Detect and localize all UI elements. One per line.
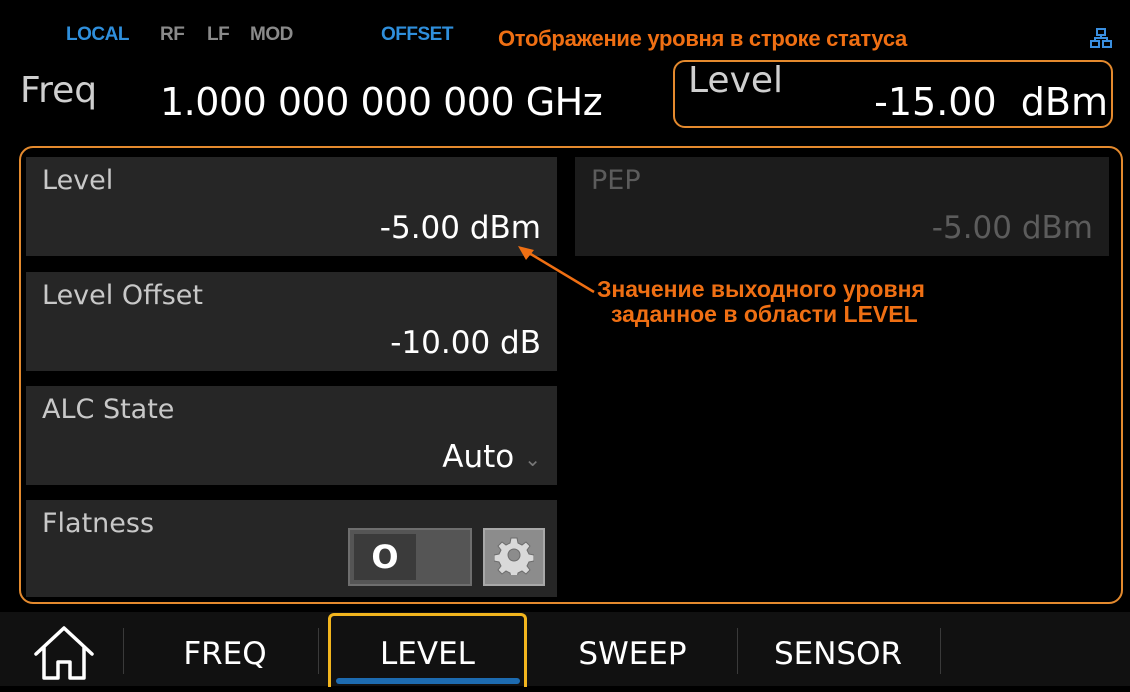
level-annotation-line2: заданное в области LEVEL (611, 301, 918, 327)
tab-sensor[interactable]: SENSOR (748, 616, 928, 686)
chevron-down-icon: ⌄ (524, 446, 541, 471)
status-rf: RF (160, 24, 185, 45)
status-lf: LF (207, 24, 230, 45)
pep-field-value: -5.00 dBm (931, 210, 1093, 246)
flatness-toggle-state: O (354, 534, 416, 580)
level-annotation-line1: Значение выходного уровня (597, 276, 925, 302)
flatness-field: Flatness (26, 500, 557, 597)
tab-separator (123, 628, 124, 674)
tab-separator (318, 628, 319, 674)
alc-state-value-wrap: Auto ⌄ (442, 439, 541, 475)
alc-state-value: Auto (442, 439, 515, 475)
alc-state-dropdown[interactable]: ALC State Auto ⌄ (26, 386, 557, 485)
level-offset-label: Level Offset (42, 280, 203, 311)
level-header-value[interactable]: -15.00 dBm (874, 80, 1108, 124)
level-header-label: Level (688, 60, 784, 101)
annotation-arrow (518, 246, 595, 294)
tab-freq[interactable]: FREQ (150, 616, 300, 686)
tab-level[interactable]: LEVEL (328, 616, 527, 686)
gear-icon (493, 535, 535, 579)
level-field[interactable]: Level -5.00 dBm (26, 157, 557, 256)
level-field-label: Level (42, 165, 114, 196)
home-icon[interactable] (30, 622, 98, 690)
network-icon (1090, 28, 1112, 52)
status-mod: MOD (250, 24, 293, 45)
pep-field-label: PEP (591, 165, 641, 196)
level-offset-field[interactable]: Level Offset -10.00 dB (26, 272, 557, 371)
level-offset-value: -10.00 dB (390, 325, 541, 361)
flatness-label: Flatness (42, 508, 155, 539)
flatness-toggle[interactable]: O (348, 528, 472, 586)
status-local: LOCAL (66, 24, 129, 45)
alc-state-label: ALC State (42, 394, 175, 425)
tab-separator (737, 628, 738, 674)
freq-label: Freq (20, 70, 98, 111)
tab-separator (940, 628, 941, 674)
tab-sweep[interactable]: SWEEP (540, 616, 725, 686)
status-annotation: Отображение уровня в строке статуса (498, 26, 907, 51)
flatness-settings-button[interactable] (483, 528, 545, 586)
freq-value[interactable]: 1.000 000 000 000 GHz (160, 80, 603, 124)
status-offset: OFFSET (381, 24, 453, 45)
pep-field: PEP -5.00 dBm (575, 157, 1109, 256)
